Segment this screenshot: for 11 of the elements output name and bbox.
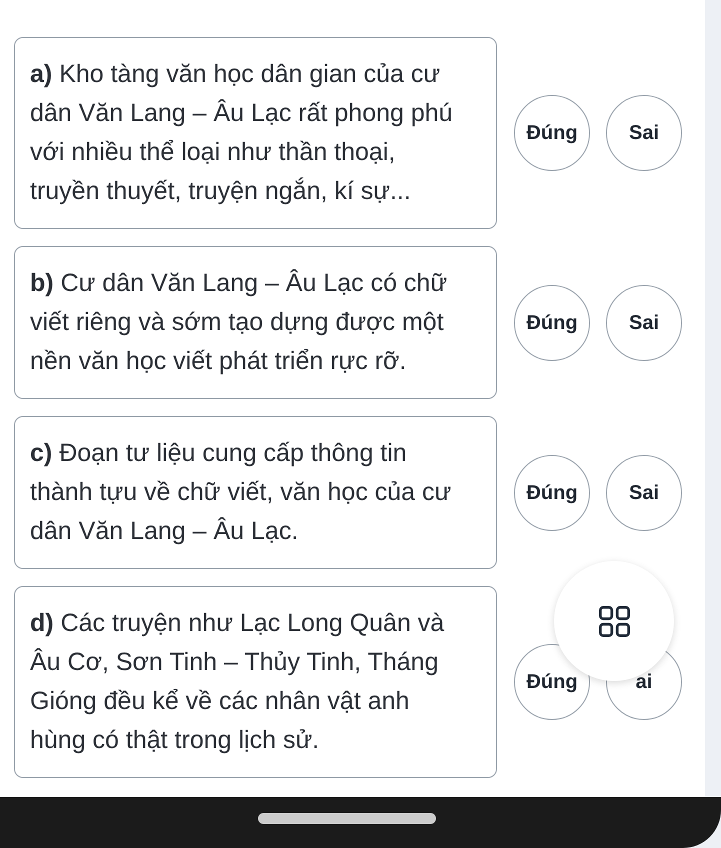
answer-option[interactable]: Sai	[606, 454, 682, 530]
statement-text: b) Cư dân Văn Lang – Âu Lạc có chữ viết riêng và sớm tạo dựng được một nền văn học viết phát triển rực rỡ.	[30, 268, 448, 377]
answer-option[interactable]: Đúng	[514, 454, 590, 530]
statement-text: a) Kho tàng văn học dân gian của cư dân Văn Lang – Âu Lạc rất phong phú với nhiều thể loại như thần thoại, truyền thuyết, truyện ngắn, kí sự...	[30, 59, 454, 207]
grid-icon	[598, 606, 630, 636]
answer-option[interactable]: Đúng	[514, 284, 590, 360]
statement-text: c) Đoạn tư liệu cung cấp thông tin thành tựu về chữ viết, văn học của cư dân Văn Lang – Âu Lạc.	[30, 438, 452, 547]
answer-option[interactable]: Đúng	[514, 95, 590, 171]
answer-option[interactable]: Sai	[606, 95, 682, 171]
answer-option[interactable]: Sai	[606, 284, 682, 360]
statement-text: d) Các truyện như Lạc Long Quân và Âu Cơ, Sơn Tinh – Thủy Tinh, Tháng Gióng đều kể về các nhân vật anh hùng có thật trong lịch sử.	[30, 608, 446, 756]
